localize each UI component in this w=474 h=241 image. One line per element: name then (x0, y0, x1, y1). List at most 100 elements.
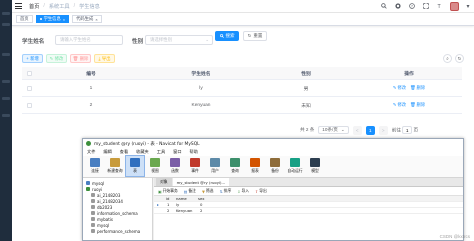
reset-button[interactable]: ↻ 重置 (243, 31, 267, 41)
font-size-icon[interactable]: T (436, 3, 443, 10)
page-jump-input[interactable] (402, 126, 413, 134)
sidebar-item[interactable] (2, 114, 10, 117)
grid-row[interactable]: 2 Kenyuan 2 (154, 208, 463, 214)
avatar[interactable] (450, 1, 459, 11)
close-icon[interactable]: × (63, 17, 65, 22)
breadcrumb-item: 学生信息 (79, 3, 100, 10)
export-button[interactable]: ⤓ 导出 (94, 54, 115, 63)
tag-home[interactable]: 首页 (16, 15, 33, 23)
sort-button[interactable]: ⇅ 排序 (219, 188, 231, 194)
refresh-icon[interactable]: ↻ (455, 54, 464, 63)
user-icon (210, 158, 220, 167)
grid-cell-id[interactable]: 2 (167, 208, 169, 213)
help-icon[interactable]: ? (408, 3, 415, 10)
grid-col-sex: sex (198, 196, 205, 201)
backup-icon (270, 158, 280, 167)
ribbon-view[interactable]: 视图 (145, 155, 165, 177)
window-titlebar[interactable]: my_student @ry (ruoyi) - 表 - Navicat for… (83, 139, 463, 148)
breadcrumb-item-home[interactable]: 首页 (29, 3, 39, 10)
trash-icon: 🗑 (410, 85, 416, 90)
edit-button[interactable]: ✎ 修改 (46, 54, 67, 63)
memo-button[interactable]: ▤ 备注 (184, 188, 196, 194)
add-button[interactable]: + 新增 (22, 54, 43, 63)
export-button[interactable]: ⇧ 导出 (255, 188, 267, 194)
tab-objects[interactable]: 对象 (156, 178, 172, 186)
pagination: 共 2 条 10条/页⌄ < 1 > 前往 页 (300, 125, 418, 135)
ribbon-query[interactable]: 查询 (225, 155, 245, 177)
ribbon-event[interactable]: 事件 (185, 155, 205, 177)
gender-label: 性别 (132, 39, 144, 45)
ribbon-connect[interactable]: 连接 (85, 155, 105, 177)
edit-icon: ✎ (49, 55, 54, 61)
sidebar-item[interactable] (2, 23, 10, 26)
page-button-1[interactable]: 1 (365, 125, 375, 135)
tag-code-gen[interactable]: 代码生成 × (72, 15, 102, 23)
sidebar-item[interactable] (2, 80, 10, 83)
grid-cell-id[interactable]: 1 (167, 202, 169, 207)
tag-student-info[interactable]: 学生信息 × (35, 15, 70, 23)
connection-icon (86, 181, 90, 185)
database-icon (91, 205, 95, 209)
cell-gender: 男 (303, 86, 309, 92)
page-size-select[interactable]: 10条/页 ⌄ (318, 126, 349, 134)
close-icon[interactable]: × (95, 17, 97, 22)
row-delete-link[interactable]: 🗑 删除 (410, 102, 425, 108)
edit-icon: ✎ (392, 102, 397, 107)
hamburger-icon[interactable] (15, 1, 25, 11)
import-button[interactable]: ⇩ 导入 (237, 188, 249, 194)
fullscreen-icon[interactable] (422, 3, 429, 10)
ribbon-user[interactable]: 用户 (205, 155, 225, 177)
search-icon[interactable] (380, 3, 387, 10)
ribbon-model[interactable]: 模型 (305, 155, 325, 177)
ribbon-automation[interactable]: 自动运行 (285, 155, 305, 177)
search-form: 学生姓名 请输入学生姓名 性别 请选择性别 ⌄ 搜索 ↻ 重置 (12, 31, 474, 49)
toggle-search-icon[interactable]: ⌕ (443, 54, 452, 63)
sidebar-item[interactable] (2, 12, 10, 15)
sidebar-item[interactable] (2, 53, 10, 56)
prev-page-button[interactable]: < (352, 125, 362, 135)
grid-cell-sex[interactable]: 2 (200, 208, 202, 213)
database-icon (91, 223, 95, 227)
row-checkbox[interactable] (26, 102, 32, 108)
refresh-icon: ↻ (247, 33, 252, 38)
grid-cell-name[interactable]: ly (176, 202, 179, 207)
grid-cell-name[interactable]: Kenyuan (176, 208, 192, 213)
database-icon (91, 199, 95, 203)
row-checkbox[interactable] (26, 85, 32, 91)
row-edit-link[interactable]: ✎ 修改 (393, 85, 406, 91)
ribbon-function[interactable]: 函数 (165, 155, 185, 177)
table-row: 2 Kenyuan 未知 ✎ 修改 🗑 删除 (22, 97, 462, 114)
ribbon-report[interactable]: 报表 (245, 155, 265, 177)
gender-select[interactable]: 请选择性别 ⌄ (145, 35, 213, 45)
next-page-button[interactable]: > (378, 125, 388, 135)
filter-button[interactable]: ▼ 筛选 (202, 188, 214, 194)
delete-button[interactable]: 🗑 删除 (70, 54, 91, 63)
github-icon[interactable] (394, 3, 401, 10)
query-icon (230, 158, 240, 167)
row-delete-link[interactable]: 🗑 删除 (410, 85, 425, 91)
tree-item[interactable]: performance_schema (83, 228, 152, 234)
grid-cell-sex[interactable]: 0 (200, 202, 202, 207)
cell-id: 1 (89, 85, 93, 91)
connection-icon (86, 187, 90, 191)
event-icon (190, 158, 200, 167)
tab-my-student[interactable]: my_student @ry (ruoyi)... (172, 178, 230, 186)
row-edit-link[interactable]: ✎ 修改 (393, 102, 406, 108)
name-search-input[interactable]: 请输入学生姓名 (55, 35, 123, 45)
ribbon-table[interactable]: 表 (125, 155, 145, 177)
ribbon-new-query[interactable]: 新建查询 (105, 155, 125, 177)
search-button[interactable]: 搜索 (215, 31, 239, 41)
filter-icon: ▼ (201, 188, 205, 194)
ribbon-backup[interactable]: 备份 (265, 155, 285, 177)
sidebar-item[interactable] (2, 97, 10, 100)
select-all-checkbox[interactable] (26, 70, 32, 76)
report-icon (250, 158, 260, 167)
ribbon-toolbar: 连接 新建查询 表 视图 函数 事件 用户 查询 报表 备份 自动运行 模型 (83, 155, 463, 178)
csdn-watermark: CSDN @kxtrcs (439, 234, 470, 239)
export-icon: ⇧ (255, 188, 259, 194)
tags-view: 首页 学生信息 × 代码生成 × (12, 13, 474, 26)
view-icon (150, 158, 160, 167)
begin-transaction-button[interactable]: ▣ 开始事务 (158, 188, 178, 194)
caret-down-icon[interactable]: ▾ (466, 3, 470, 10)
connection-tree: mysql ruoyi ai_2148203 ai_21482034 db202… (83, 178, 153, 240)
